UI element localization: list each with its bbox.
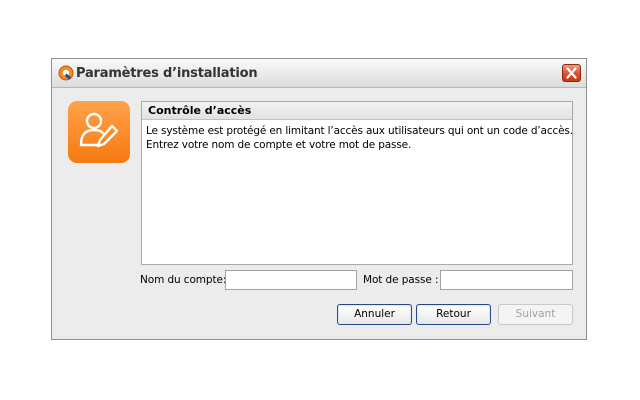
access-control-panel: Contrôle d’accès Le système est protégé … [141,101,573,265]
panel-header: Contrôle d’accès [142,102,572,120]
panel-title: Contrôle d’accès [148,104,252,117]
description-line: Entrez votre nom de compte et votre mot … [146,139,412,151]
account-name-input[interactable] [225,270,357,290]
installation-settings-dialog: Paramètres d’installation Contrôle d’acc… [51,58,587,340]
close-button[interactable] [562,64,581,82]
user-edit-badge [68,101,130,163]
panel-description: Le système est protégé en limitant l’acc… [146,124,573,152]
description-line: Le système est protégé en limitant l’acc… [146,125,573,137]
next-button[interactable]: Suivant [498,304,573,325]
password-input[interactable] [440,270,573,290]
setup-logo-icon [58,65,74,81]
cancel-button[interactable]: Annuler [337,304,412,325]
account-name-label: Nom du compte: [140,274,227,286]
back-button[interactable]: Retour [416,304,491,325]
window-title: Paramètres d’installation [76,66,258,81]
title-bar[interactable]: Paramètres d’installation [52,59,586,88]
close-icon [566,67,577,79]
user-edit-icon [79,112,119,148]
password-label: Mot de passe : [363,274,439,286]
